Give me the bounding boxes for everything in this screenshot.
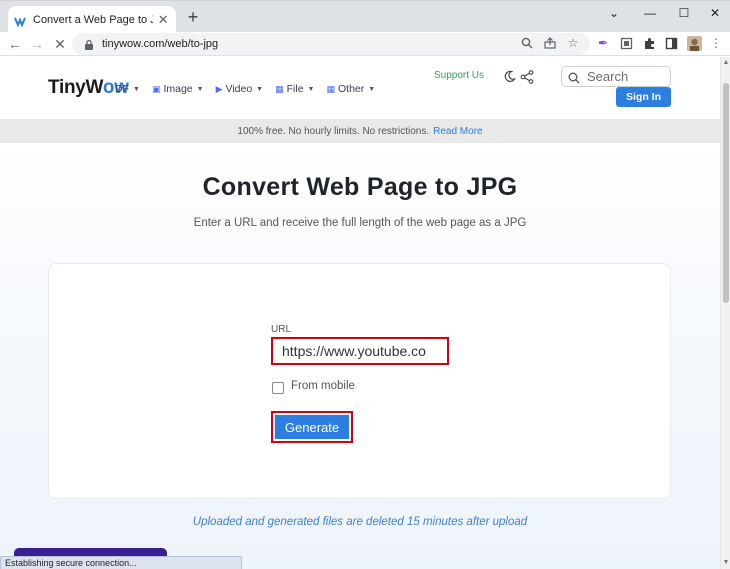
zoom-search-icon[interactable] — [520, 36, 534, 50]
side-panel-icon[interactable] — [663, 35, 679, 51]
search-icon — [568, 71, 580, 83]
generate-highlight: Generate — [271, 411, 353, 443]
tab-strip: Convert a Web Page to JPG from ✕ + ⌄ — ☐… — [0, 0, 730, 33]
lock-icon — [84, 38, 94, 50]
chevron-down-icon: ▼ — [256, 85, 264, 93]
nav-item-video[interactable]: ▶ Video ▼ — [216, 83, 264, 95]
upload-note: Uploaded and generated files are deleted… — [192, 516, 528, 528]
nav-label-pdf: DF — [115, 83, 129, 95]
site-header: TinyWow DF ▼ ▣ Image ▼ ▶ Video ▼ ▦ File ▼ ▦ Othe… — [0, 57, 720, 119]
extensions-puzzle-icon[interactable] — [641, 35, 657, 51]
nav-label-other: Other — [338, 83, 365, 95]
generate-button[interactable]: Generate — [275, 415, 349, 439]
from-mobile-checkbox[interactable] — [272, 382, 284, 394]
page-viewport: TinyWow DF ▼ ▣ Image ▼ ▶ Video ▼ ▦ File ▼ ▦ Othe… — [0, 57, 720, 569]
grid-icon: ▦ — [326, 83, 335, 94]
scroll-up-icon[interactable]: ▲ — [722, 59, 730, 67]
minimize-icon[interactable]: — — [639, 5, 661, 21]
nav-label-image: Image — [163, 83, 193, 95]
logo-text-part1: TinyW — [48, 77, 103, 98]
nav-item-other[interactable]: ▦ Other ▼ — [326, 83, 375, 95]
nav-item-pdf[interactable]: DF ▼ — [115, 83, 140, 95]
grid-icon: ▦ — [275, 83, 284, 94]
browser-toolbar: ← → ✕ tinywow.com/web/to-jpg ☆ ✒ ⋮ — [0, 32, 730, 56]
from-mobile-label[interactable]: From mobile — [291, 380, 355, 392]
info-banner: 100% free. No hourly limits. No restrict… — [0, 119, 720, 143]
scrollbar-thumb[interactable] — [723, 83, 729, 303]
tab-search-chevron-icon[interactable]: ⌄ — [603, 5, 625, 21]
page-scrollbar[interactable]: ▲ ▼ — [720, 57, 730, 569]
url-text: tinywow.com/web/to-jpg — [102, 38, 219, 50]
tool-section: Convert Web Page to JPG Enter a URL and … — [0, 143, 720, 569]
image-icon: ▣ — [151, 83, 161, 94]
stop-loading-icon[interactable]: ✕ — [51, 35, 69, 53]
moon-icon[interactable] — [503, 70, 516, 83]
nav-item-file[interactable]: ▦ File ▼ — [275, 83, 314, 95]
page-title: Convert Web Page to JPG — [202, 173, 518, 201]
site-search-input[interactable]: Search — [561, 66, 671, 87]
tab-title: Convert a Web Page to JPG from — [33, 13, 153, 26]
browser-menu-icon[interactable]: ⋮ — [708, 35, 724, 51]
close-window-icon[interactable]: ✕ — [704, 5, 726, 21]
nav-item-image[interactable]: ▣ Image ▼ — [152, 83, 204, 95]
url-input[interactable]: https://www.youtube.co — [271, 337, 449, 365]
tool-card: URL https://www.youtube.co From mobile G… — [48, 263, 671, 499]
chevron-down-icon: ▼ — [368, 85, 376, 93]
chevron-down-icon: ▼ — [196, 85, 204, 93]
banner-text: 100% free. No hourly limits. No restrict… — [237, 125, 430, 137]
chevron-down-icon: ▼ — [307, 85, 315, 93]
maximize-icon[interactable]: ☐ — [673, 5, 695, 21]
nav-label-video: Video — [225, 83, 253, 95]
url-label: URL — [271, 324, 292, 335]
status-bar: Establishing secure connection... — [0, 556, 242, 569]
search-placeholder: Search — [587, 69, 629, 84]
tinywow-favicon-icon — [14, 14, 26, 28]
scroll-down-icon[interactable]: ▼ — [722, 559, 730, 567]
support-us-link[interactable]: Support Us — [434, 70, 484, 81]
back-icon[interactable]: ← — [6, 35, 24, 53]
forward-icon[interactable]: → — [28, 35, 46, 53]
share-page-icon[interactable] — [543, 36, 557, 50]
nav-label-file: File — [286, 83, 304, 95]
screenshot-extension-icon[interactable] — [618, 35, 634, 51]
pen-extension-icon[interactable]: ✒ — [595, 35, 611, 51]
new-tab-icon[interactable]: + — [184, 8, 202, 26]
profile-avatar-icon[interactable] — [686, 35, 702, 51]
address-bar[interactable]: tinywow.com/web/to-jpg ☆ — [72, 33, 590, 55]
sign-in-button[interactable]: Sign In — [616, 87, 671, 107]
read-more-link[interactable]: Read More — [433, 126, 482, 137]
share-icon[interactable] — [520, 70, 534, 84]
browser-tab[interactable]: Convert a Web Page to JPG from ✕ — [8, 6, 176, 33]
video-icon: ▶ — [215, 83, 223, 94]
page-subtitle: Enter a URL and receive the full length … — [193, 217, 527, 229]
tab-close-icon[interactable]: ✕ — [157, 12, 171, 28]
main-nav: DF ▼ ▣ Image ▼ ▶ Video ▼ ▦ File ▼ ▦ Other ▼ — [115, 83, 375, 95]
bookmark-star-icon[interactable]: ☆ — [566, 36, 580, 50]
chevron-down-icon: ▼ — [133, 85, 140, 93]
